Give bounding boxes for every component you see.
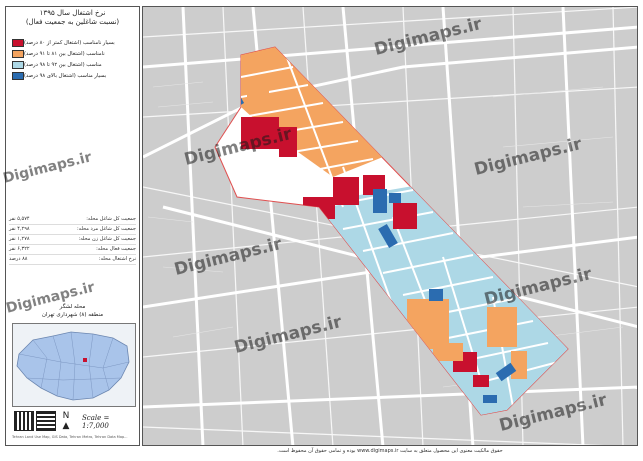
legend-swatch-blue <box>12 71 24 80</box>
credit-text: Tehran Land Use Map, GIS Data, Tehran Me… <box>12 435 128 439</box>
inset-highlight-marker <box>83 358 87 362</box>
legend-label: بسیار مناسب (اشتغال بالای ۹۸ درصد) <box>24 72 107 79</box>
stat-row: جمعیت فعال محله: ۶,۳۲۲ نفر <box>9 245 136 255</box>
qr-code-icon <box>14 411 34 431</box>
stat-row: جمعیت کل شاغل مرد محله: ۴,۲۹۸ نفر <box>9 225 136 235</box>
legend-item-very-good: بسیار مناسب (اشتغال بالای ۹۸ درصد) <box>9 70 136 81</box>
map-title: نرخ اشتغال سال ۱۳۹۵ (نسبت شاغلین به جمعی… <box>6 9 139 27</box>
stat-row: جمعیت کل شاغل محله: ۵,۵۷۴ نفر <box>9 215 136 225</box>
location-district: منطقه (۸) شهرداری تهران <box>41 312 104 318</box>
north-arrow-icon: N ▲ <box>62 411 70 431</box>
panel-footer: N ▲ Scale = 1:7,000 Tehran Land Use Map, … <box>12 409 134 445</box>
statistics-table: جمعیت کل شاغل محله: ۵,۵۷۴ نفر جمعیت کل شا… <box>9 215 136 265</box>
stat-row: نرخ اشتغال محله: ۸۸ درصد <box>9 255 136 265</box>
legend-panel: نرخ اشتغال سال ۱۳۹۵ (نسبت شاغلین به جمعی… <box>5 6 140 446</box>
map-title-line2: (نسبت شاغلین به جمعیت فعال) <box>25 18 120 26</box>
copyright-footer: حقوق مالکیت معنوی این محصول متعلق به سای… <box>277 448 503 454</box>
map-canvas[interactable]: . <box>143 7 638 446</box>
main-map[interactable]: . Digimaps.ir Digimaps.ir Digimaps.ir Di… <box>142 6 638 446</box>
inset-map-svg <box>16 331 130 401</box>
legend-swatch-orange <box>12 49 24 58</box>
legend-item-good: مناسب (اشتغال بین ۹۲ تا ۹۸ درصد) <box>9 59 136 70</box>
location-title: محله لشگر منطقه (۸) شهرداری تهران <box>6 303 139 319</box>
map-title-line1: نرخ اشتغال سال ۱۳۹۵ <box>39 9 106 17</box>
scale-label: Scale = 1:7,000 <box>82 414 110 430</box>
legend-label: نامناسب (اشتغال بین ۸۱ تا ۹۱ درصد) <box>24 50 105 57</box>
qr-code-icon <box>36 411 56 431</box>
inset-locator-map <box>12 323 136 407</box>
legend-item-poor: نامناسب (اشتغال بین ۸۱ تا ۹۱ درصد) <box>9 48 136 59</box>
legend-swatch-lightblue <box>12 60 24 69</box>
stat-row: جمعیت کل شاغل زن محله: ۱,۲۷۸ نفر <box>9 235 136 245</box>
legend-label: بسیار نامناسب (اشتغال کمتر از ۸۰ درصد) <box>24 39 115 46</box>
legend-item-very-poor: بسیار نامناسب (اشتغال کمتر از ۸۰ درصد) <box>9 37 136 48</box>
location-name: محله لشگر <box>59 304 86 310</box>
legend-swatch-red <box>12 38 24 47</box>
legend: بسیار نامناسب (اشتغال کمتر از ۸۰ درصد) ن… <box>9 37 136 81</box>
legend-label: مناسب (اشتغال بین ۹۲ تا ۹۸ درصد) <box>24 61 102 68</box>
